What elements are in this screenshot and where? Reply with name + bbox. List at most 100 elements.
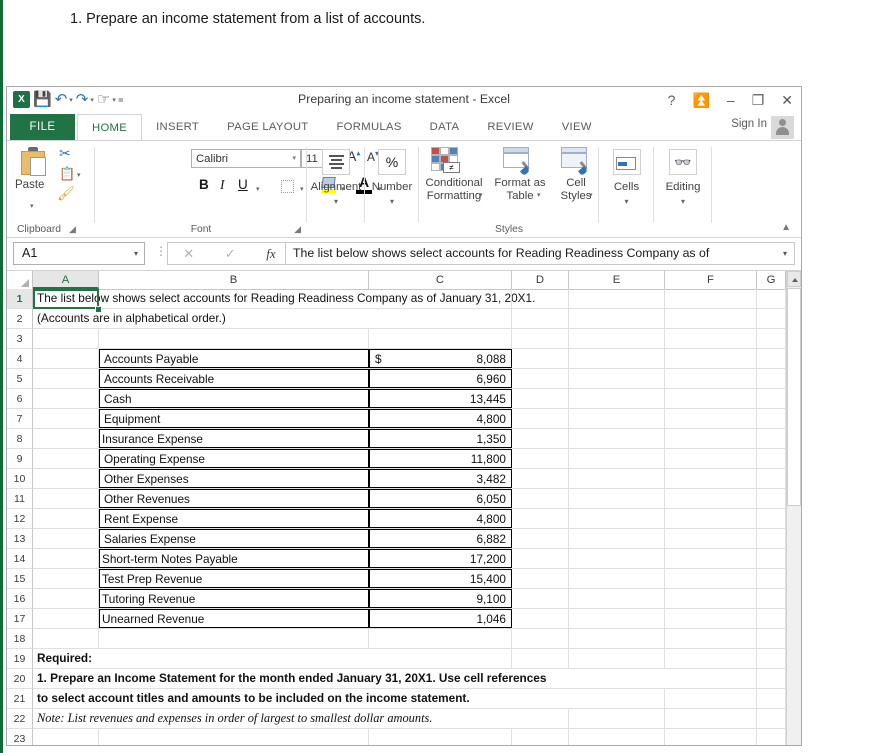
cell-g21[interactable] xyxy=(757,689,786,708)
cell-f12[interactable] xyxy=(665,509,757,528)
cell-e8[interactable] xyxy=(569,429,665,448)
cell-d8[interactable] xyxy=(512,429,569,448)
cell-f6[interactable] xyxy=(665,389,757,408)
column-header-b[interactable]: B xyxy=(99,271,369,289)
tab-view[interactable]: VIEW xyxy=(548,114,606,140)
cell-a16[interactable] xyxy=(33,589,99,608)
cell-e18[interactable] xyxy=(569,629,665,648)
cell-e19[interactable] xyxy=(569,649,665,668)
cell-d16[interactable] xyxy=(512,589,569,608)
cell-a12[interactable] xyxy=(33,509,99,528)
cell-d11[interactable] xyxy=(512,489,569,508)
cell-d6[interactable] xyxy=(512,389,569,408)
cell-a5[interactable] xyxy=(33,369,99,388)
help-icon[interactable]: ? xyxy=(668,90,676,110)
cell-g4[interactable] xyxy=(757,349,786,368)
cell-b22[interactable] xyxy=(99,709,369,728)
column-header-f[interactable]: F xyxy=(665,271,757,289)
cell-e2[interactable] xyxy=(569,309,665,328)
cell-e7[interactable] xyxy=(569,409,665,428)
cell-a7[interactable] xyxy=(33,409,99,428)
cell-a6[interactable] xyxy=(33,389,99,408)
cell-f16[interactable] xyxy=(665,589,757,608)
cell-a10[interactable] xyxy=(33,469,99,488)
cell-b18[interactable] xyxy=(99,629,369,648)
cell-a22[interactable]: Note: List revenues and expenses in orde… xyxy=(33,709,432,728)
cell-a11[interactable] xyxy=(33,489,99,508)
cell-d4[interactable] xyxy=(512,349,569,368)
row-header-15[interactable]: 15 xyxy=(7,569,33,589)
row-header-19[interactable]: 19 xyxy=(7,649,33,669)
cell-c16[interactable]: 9,100 xyxy=(369,589,512,608)
cell-b12[interactable]: Rent Expense xyxy=(99,509,369,528)
cell-d10[interactable] xyxy=(512,469,569,488)
cell-d3[interactable] xyxy=(512,329,569,348)
cell-a8[interactable] xyxy=(33,429,99,448)
cell-f22[interactable] xyxy=(665,709,757,728)
bold-button[interactable]: B xyxy=(199,177,209,192)
clipboard-dialog-launcher[interactable]: ◢ xyxy=(69,224,76,235)
cell-b16[interactable]: Tutoring Revenue xyxy=(99,589,369,608)
tab-review[interactable]: REVIEW xyxy=(473,114,547,140)
column-header-c[interactable]: C xyxy=(369,271,512,289)
cell-a13[interactable] xyxy=(33,529,99,548)
row-header-14[interactable]: 14 xyxy=(7,549,33,569)
cells-label[interactable]: Cells xyxy=(599,181,654,193)
tab-data[interactable]: DATA xyxy=(416,114,474,140)
number-label[interactable]: Number xyxy=(365,181,419,193)
conditional-formatting-dropdown-icon[interactable]: ▾ xyxy=(479,191,483,199)
cell-e6[interactable] xyxy=(569,389,665,408)
cell-b4[interactable]: Accounts Payable xyxy=(99,349,369,368)
row-header-7[interactable]: 7 xyxy=(7,409,33,429)
cell-d12[interactable] xyxy=(512,509,569,528)
cell-f20[interactable] xyxy=(665,669,757,688)
format-as-table-dropdown-icon[interactable]: ▾ xyxy=(537,191,541,199)
cell-d21[interactable] xyxy=(512,689,569,708)
cell-f19[interactable] xyxy=(665,649,757,668)
cell-f9[interactable] xyxy=(665,449,757,468)
cell-f1[interactable] xyxy=(665,289,757,308)
cell-g13[interactable] xyxy=(757,529,786,548)
tab-page-layout[interactable]: PAGE LAYOUT xyxy=(213,114,322,140)
cell-b17[interactable]: Unearned Revenue xyxy=(99,609,369,628)
cell-b13[interactable]: Salaries Expense xyxy=(99,529,369,548)
cell-g2[interactable] xyxy=(757,309,786,328)
collapse-ribbon-icon[interactable]: ▲ xyxy=(781,222,791,233)
row-header-9[interactable]: 9 xyxy=(7,449,33,469)
cell-e11[interactable] xyxy=(569,489,665,508)
tab-home[interactable]: HOME xyxy=(77,114,143,140)
format-as-table-icon[interactable] xyxy=(503,147,533,176)
cell-b2[interactable] xyxy=(99,309,369,328)
cell-a9[interactable] xyxy=(33,449,99,468)
cell-d15[interactable] xyxy=(512,569,569,588)
cell-b21[interactable] xyxy=(99,689,369,708)
cell-f2[interactable] xyxy=(665,309,757,328)
cell-styles-dropdown-icon[interactable]: ▾ xyxy=(589,191,593,199)
cell-c7[interactable]: 4,800 xyxy=(369,409,512,428)
cell-g8[interactable] xyxy=(757,429,786,448)
row-header-13[interactable]: 13 xyxy=(7,529,33,549)
cell-e5[interactable] xyxy=(569,369,665,388)
cell-d7[interactable] xyxy=(512,409,569,428)
cell-b8[interactable]: Insurance Expense xyxy=(99,429,369,448)
restore-icon[interactable]: ❐ xyxy=(752,90,765,110)
cell-g14[interactable] xyxy=(757,549,786,568)
row-header-2[interactable]: 2 xyxy=(7,309,33,329)
cell-c2[interactable] xyxy=(369,309,512,328)
cell-c11[interactable]: 6,050 xyxy=(369,489,512,508)
cell-e4[interactable] xyxy=(569,349,665,368)
cell-b9[interactable]: Operating Expense xyxy=(99,449,369,468)
cell-b11[interactable]: Other Revenues xyxy=(99,489,369,508)
cell-e9[interactable] xyxy=(569,449,665,468)
cell-d2[interactable] xyxy=(512,309,569,328)
italic-button[interactable]: I xyxy=(220,177,225,193)
cells-icon[interactable]: ↔ xyxy=(613,149,641,175)
cell-c17[interactable]: 1,046 xyxy=(369,609,512,628)
copy-icon[interactable]: 📋 xyxy=(59,166,75,182)
cell-b15[interactable]: Test Prep Revenue xyxy=(99,569,369,588)
formula-input[interactable]: The list below shows select accounts for… xyxy=(285,242,795,265)
cell-d1[interactable] xyxy=(512,289,569,308)
row-header-12[interactable]: 12 xyxy=(7,509,33,529)
scroll-up-button[interactable] xyxy=(787,271,801,287)
avatar[interactable] xyxy=(771,116,794,139)
